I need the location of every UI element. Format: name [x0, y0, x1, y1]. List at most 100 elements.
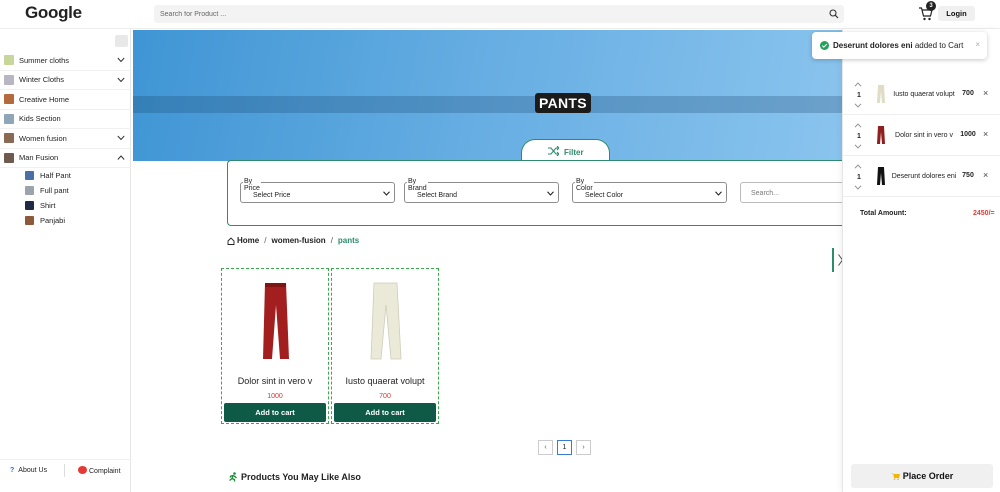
chevron-down-icon	[383, 191, 390, 196]
color-filter-label: By Color	[575, 178, 594, 192]
category-sidebar: Summer cloths Winter Cloths Creative Home K…	[0, 29, 131, 492]
cart-item-name: Deserunt dolores eni	[891, 173, 957, 180]
top-header: Google 3 Login	[0, 0, 1000, 29]
color-select[interactable]: Select Color	[572, 182, 727, 203]
cart-item-name: Iusto quaerat volupt	[893, 91, 955, 98]
sidebar-subitem-label: Half Pant	[40, 171, 71, 180]
category-thumbnail	[4, 74, 14, 85]
product-card[interactable]: Iusto quaerat volupt 700 Add to cart	[331, 268, 439, 424]
category-list: Summer cloths Winter Cloths Creative Home K…	[0, 51, 131, 228]
product-name[interactable]: Iusto quaerat volupt	[332, 376, 438, 386]
sidebar-subitem[interactable]: Half Pant	[0, 168, 131, 183]
footer-divider	[64, 464, 65, 477]
filter-search-input[interactable]: Search...	[740, 182, 850, 203]
cart-item-qty: 1	[857, 92, 861, 99]
sidebar-item[interactable]: Creative Home	[0, 90, 131, 110]
remove-item-button[interactable]: ×	[983, 88, 988, 98]
place-order-button[interactable]: Place Order	[851, 464, 993, 488]
breadcrumb-home[interactable]: Home	[237, 236, 259, 245]
category-thumbnail	[4, 94, 14, 105]
add-to-cart-button[interactable]: Add to cart	[334, 403, 436, 422]
product-card[interactable]: Dolor sint in vero v 1000 Add to cart	[221, 268, 329, 424]
breadcrumb-current: pants	[337, 236, 360, 245]
remove-item-button[interactable]: ×	[983, 129, 988, 139]
cart-item-image	[877, 85, 885, 103]
color-select-value: Select Color	[585, 192, 624, 199]
brand-filter-label: By Brand	[407, 178, 428, 192]
sidebar-item-label: Winter Cloths	[19, 75, 65, 85]
price-select-value: Select Price	[253, 192, 291, 199]
brand-select-value: Select Brand	[417, 192, 458, 199]
chevron-down-icon[interactable]	[854, 103, 862, 108]
chevron-down-icon[interactable]	[117, 135, 125, 141]
sidebar-item-label: Creative Home	[19, 94, 70, 104]
sidebar-item-label: Man Fusion	[19, 153, 59, 163]
chevron-up-icon[interactable]	[854, 164, 862, 169]
sidebar-subitem-label: Full pant	[40, 186, 69, 195]
complaint-link[interactable]: Complaint	[78, 466, 121, 475]
category-banner: PANTS	[133, 30, 842, 161]
chevron-down-icon[interactable]	[117, 77, 125, 83]
chevron-down-icon[interactable]	[117, 57, 125, 63]
runner-icon	[229, 472, 237, 482]
product-image-pants	[370, 282, 402, 360]
category-thumbnail	[4, 133, 14, 144]
breadcrumb-separator: /	[330, 236, 333, 245]
filter-label: Filter	[564, 148, 584, 157]
sidebar-collapse-button[interactable]	[115, 35, 128, 47]
cart-item-image	[877, 126, 885, 144]
breadcrumb-separator: /	[264, 236, 267, 245]
price-filter-label: By Price	[243, 178, 261, 192]
place-order-label: Place Order	[902, 471, 954, 481]
chevron-down-icon[interactable]	[854, 144, 862, 149]
sidebar-subitem[interactable]: Shirt	[0, 198, 131, 213]
chevron-up-icon[interactable]	[117, 154, 125, 161]
chevron-up-icon[interactable]	[854, 123, 862, 128]
sidebar-footer: ? About Us Complaint	[0, 459, 131, 479]
cart-drawer: 1 Iusto quaerat volupt 700 × 1 Dolor sint in …	[842, 29, 1000, 492]
prev-page-button[interactable]: ‹	[538, 440, 553, 455]
price-select[interactable]: Select Price	[240, 182, 395, 203]
cart-item-price: 700	[962, 90, 974, 97]
sidebar-subitem[interactable]: Full pant	[0, 183, 131, 198]
filter-panel: By Price Select Price By Brand Select Br…	[227, 160, 850, 226]
chat-bubble-icon	[78, 466, 87, 474]
next-page-button[interactable]: ›	[576, 440, 591, 455]
sidebar-subitem[interactable]: Panjabi	[0, 213, 131, 228]
sidebar-item[interactable]: Summer cloths	[0, 51, 131, 71]
sidebar-item[interactable]: Winter Cloths	[0, 71, 131, 90]
product-name[interactable]: Dolor sint in vero v	[222, 376, 328, 386]
category-thumbnail	[4, 152, 14, 163]
breadcrumb-parent[interactable]: women-fusion	[271, 236, 325, 245]
search-input[interactable]	[154, 5, 814, 23]
search-bar	[154, 5, 844, 23]
page-number-button[interactable]: 1	[557, 440, 572, 455]
banner-title: PANTS	[535, 93, 591, 113]
sidebar-item-label: Women fusion	[19, 133, 67, 143]
sidebar-subitem-label: Shirt	[40, 201, 56, 210]
remove-item-button[interactable]: ×	[983, 170, 988, 180]
chevron-down-icon	[715, 191, 722, 196]
total-amount-value: 2450/=	[973, 210, 995, 217]
site-logo[interactable]: Google	[25, 3, 82, 23]
subcategory-thumbnail	[25, 201, 34, 210]
check-circle-icon	[820, 41, 829, 50]
category-thumbnail	[4, 113, 14, 124]
toast-text: added to Cart	[914, 41, 964, 50]
cart-item: 1 Iusto quaerat volupt 700 ×	[843, 74, 1000, 115]
chevron-up-icon[interactable]	[854, 82, 862, 87]
sidebar-item[interactable]: Women fusion	[0, 129, 131, 149]
sidebar-item[interactable]: Man Fusion	[0, 149, 131, 168]
search-icon[interactable]	[829, 9, 839, 19]
sidebar-item[interactable]: Kids Section	[0, 110, 131, 129]
about-us-link[interactable]: ? About Us	[10, 467, 47, 474]
toast-close-button[interactable]: ×	[975, 40, 980, 49]
chevron-down-icon[interactable]	[854, 185, 862, 190]
subcategory-thumbnail	[25, 186, 34, 195]
login-button[interactable]: Login	[938, 6, 975, 21]
product-price: 700	[379, 393, 391, 400]
add-to-cart-button[interactable]: Add to cart	[224, 403, 326, 422]
cart-item: 1 Deserunt dolores eni 750 ×	[843, 156, 1000, 197]
cart-item-name: Dolor sint in vero v	[895, 132, 953, 139]
product-image-pants	[263, 283, 289, 359]
